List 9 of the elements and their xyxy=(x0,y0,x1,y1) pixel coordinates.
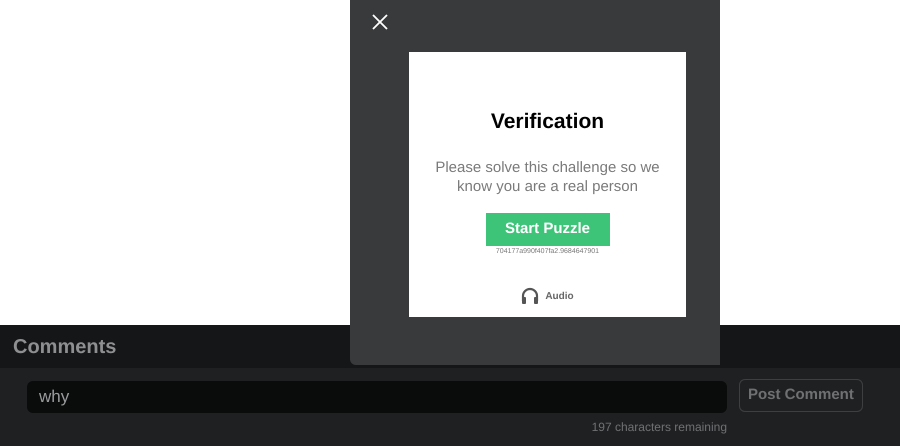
headphones-icon xyxy=(521,287,540,305)
section-title: Comments xyxy=(13,334,116,360)
post-comment-button[interactable]: Post Comment xyxy=(739,379,863,412)
card-title: Verification xyxy=(490,109,604,135)
comment-input[interactable]: why xyxy=(27,381,727,413)
card-message: Please solve this challenge so we know you are a real person xyxy=(434,158,661,196)
audio-link[interactable]: Audio xyxy=(521,287,574,305)
close-icon[interactable] xyxy=(372,14,388,30)
characters-remaining: 197 characters remaining xyxy=(592,419,727,436)
